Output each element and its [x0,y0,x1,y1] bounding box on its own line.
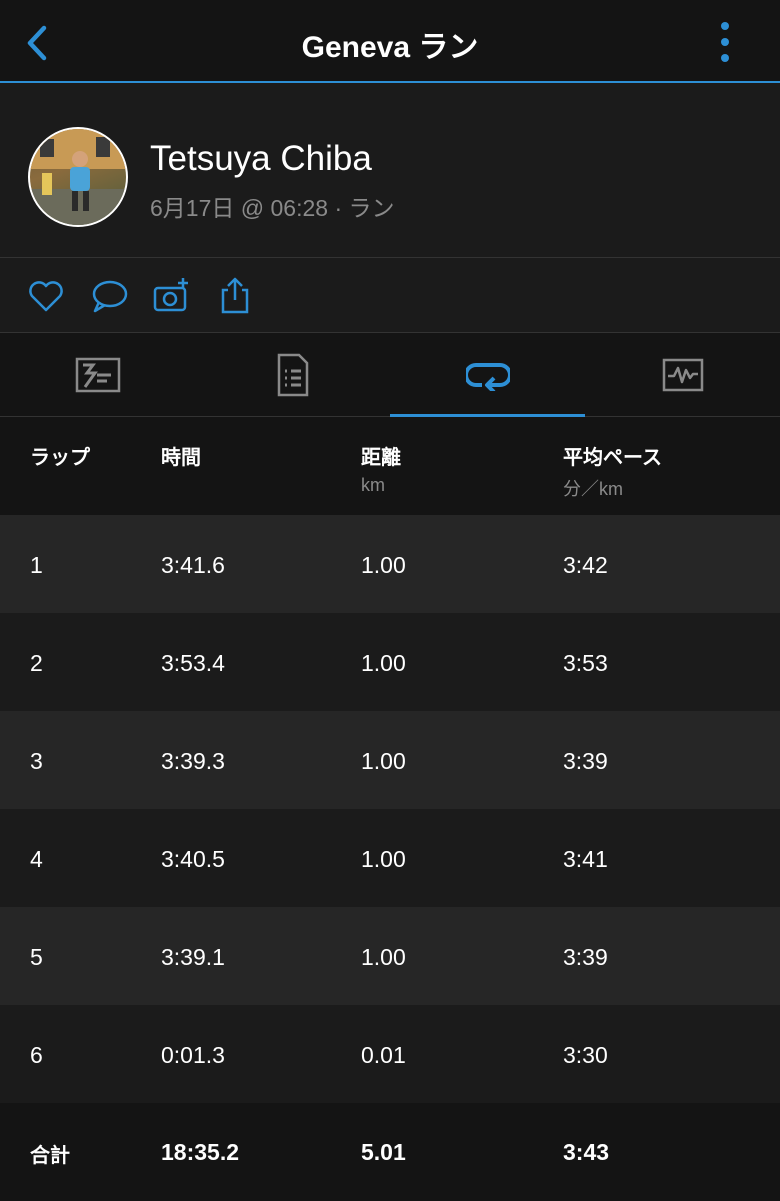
laps-icon [465,362,510,391]
charts-icon [662,358,703,391]
share-icon[interactable] [215,276,255,316]
total-pace: 3:43 [563,1139,610,1165]
comment-icon[interactable] [89,276,129,316]
lap-time: 3:53.4 [161,650,225,676]
header-distance-label: 距離 [361,447,401,469]
tab-bar [0,333,780,417]
lap-number: 2 [30,650,43,676]
action-bar [0,258,780,333]
lap-number: 6 [30,1042,43,1068]
header-distance-unit: km [361,475,385,495]
table-row: 2 3:53.4 1.00 3:53 [0,613,780,711]
header-pace: 平均ペース 分／km [563,441,662,501]
header-pace-label: 平均ペース [563,447,662,469]
lap-number: 3 [30,748,43,774]
athlete-name: Tetsuya Chiba [150,139,372,178]
header-pace-unit: 分／km [563,479,623,499]
lap-number: 1 [30,552,43,578]
lap-distance: 1.00 [361,552,406,578]
lap-pace: 3:39 [563,748,608,774]
header-distance: 距離 km [361,441,401,496]
lap-pace: 3:39 [563,944,608,970]
lap-number: 5 [30,944,43,970]
lap-pace: 3:41 [563,846,608,872]
total-distance: 5.01 [361,1139,406,1165]
overview-icon [75,357,120,392]
laps-table-body: 1 3:41.6 1.00 3:42 2 3:53.4 1.00 3:53 3 … [0,515,780,1103]
lap-pace: 3:30 [563,1042,608,1068]
table-row: 4 3:40.5 1.00 3:41 [0,809,780,907]
total-label: 合計 [30,1145,70,1167]
lap-pace: 3:42 [563,552,608,578]
table-row: 3 3:39.3 1.00 3:39 [0,711,780,809]
table-row: 1 3:41.6 1.00 3:42 [0,515,780,613]
total-time: 18:35.2 [161,1139,240,1165]
lap-time: 3:41.6 [161,552,225,578]
tab-details[interactable] [195,333,390,416]
table-row: 5 3:39.1 1.00 3:39 [0,907,780,1005]
top-bar: Geneva ラン [0,0,780,83]
page-title: Geneva ラン [301,31,479,64]
lap-pace: 3:53 [563,650,608,676]
lap-time: 3:39.3 [161,748,225,774]
tab-laps[interactable] [390,333,585,417]
lap-distance: 1.00 [361,650,406,676]
lap-number: 4 [30,846,43,872]
tab-overview[interactable] [0,333,195,416]
activity-meta: 6月17日 @ 06:28 · ラン [150,195,395,221]
laps-table-header: ラップ 時間 距離 km 平均ペース 分／km [0,417,780,515]
total-row: 合計 18:35.2 5.01 3:43 [0,1103,780,1201]
avatar[interactable] [28,127,128,227]
tab-charts[interactable] [585,333,780,416]
heart-icon[interactable] [26,276,66,316]
more-options-icon[interactable] [718,20,732,64]
table-row: 6 0:01.3 0.01 3:30 [0,1005,780,1103]
lap-distance: 1.00 [361,748,406,774]
lap-distance: 1.00 [361,846,406,872]
lap-distance: 0.01 [361,1042,406,1068]
header-lap: ラップ [30,447,90,469]
lap-time: 0:01.3 [161,1042,225,1068]
lap-time: 3:40.5 [161,846,225,872]
add-photo-icon[interactable] [152,276,192,316]
header-time: 時間 [161,447,201,469]
lap-distance: 1.00 [361,944,406,970]
activity-profile: Tetsuya Chiba 6月17日 @ 06:28 · ラン [0,83,780,258]
lap-time: 3:39.1 [161,944,225,970]
details-icon [277,353,308,396]
